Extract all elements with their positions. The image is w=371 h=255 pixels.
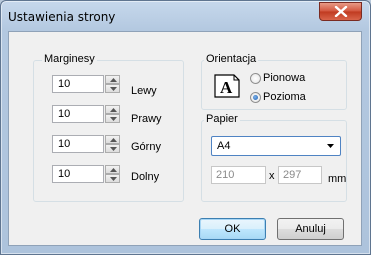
dialog-body: Marginesy 10 Lewy 10 Prawy 10 Górny 10 D…	[8, 31, 362, 246]
close-icon	[334, 6, 348, 17]
margin-right-spinner[interactable]: 10	[52, 105, 120, 123]
paper-width-input[interactable]: 210	[211, 166, 266, 184]
chevron-down-icon[interactable]	[323, 139, 338, 153]
arrow-down-icon	[110, 177, 117, 181]
orientation-group: Orientacja A Pionowa Pozioma	[201, 53, 347, 110]
margin-right-down-button[interactable]	[105, 114, 120, 123]
margins-legend: Marginesy	[42, 53, 97, 65]
margins-group: Marginesy 10 Lewy 10 Prawy 10 Górny 10 D…	[33, 53, 184, 202]
orientation-legend: Orientacja	[204, 53, 259, 65]
margin-left-label: Lewy	[131, 85, 157, 97]
close-button[interactable]	[319, 2, 362, 21]
margin-left-down-button[interactable]	[105, 84, 120, 93]
paper-height-input[interactable]: 297	[278, 166, 322, 184]
arrow-down-icon	[110, 87, 117, 91]
paper-group: Papier A4 210 x 297 mm	[201, 113, 347, 202]
margin-left-input[interactable]: 10	[52, 75, 104, 93]
margin-top-up-button[interactable]	[105, 135, 120, 144]
margin-bottom-up-button[interactable]	[105, 165, 120, 174]
margin-right-up-button[interactable]	[105, 105, 120, 114]
portrait-label[interactable]: Pionowa	[263, 72, 305, 84]
landscape-radio[interactable]	[250, 92, 261, 103]
paper-legend: Papier	[204, 113, 240, 125]
margin-top-input[interactable]: 10	[52, 135, 104, 153]
dimension-separator: x	[269, 170, 275, 182]
margin-right-label: Prawy	[131, 113, 162, 125]
arrow-down-icon	[110, 117, 117, 121]
margin-top-down-button[interactable]	[105, 144, 120, 153]
cancel-button[interactable]: Anuluj	[277, 218, 344, 240]
svg-text:A: A	[220, 78, 233, 97]
ok-button[interactable]: OK	[199, 218, 266, 240]
margin-left-spinner[interactable]: 10	[52, 75, 120, 93]
margin-bottom-label: Dolny	[131, 171, 160, 183]
paper-size-value: A4	[217, 140, 231, 152]
portrait-radio[interactable]	[250, 73, 261, 84]
arrow-down-icon	[110, 147, 117, 151]
paper-size-select[interactable]: A4	[211, 136, 341, 156]
margin-right-input[interactable]: 10	[52, 105, 104, 123]
page-orientation-icon: A	[214, 74, 240, 98]
margin-top-label: Górny	[131, 141, 161, 153]
arrow-up-icon	[110, 168, 117, 172]
window-title: Ustawienia strony	[8, 10, 116, 24]
margin-left-up-button[interactable]	[105, 75, 120, 84]
title-bar[interactable]: Ustawienia strony	[1, 1, 370, 31]
arrow-up-icon	[110, 78, 117, 82]
margin-bottom-down-button[interactable]	[105, 174, 120, 183]
arrow-up-icon	[110, 138, 117, 142]
margin-top-spinner[interactable]: 10	[52, 135, 120, 153]
arrow-up-icon	[110, 108, 117, 112]
landscape-label[interactable]: Pozioma	[263, 91, 306, 103]
margin-bottom-spinner[interactable]: 10	[52, 165, 120, 183]
page-setup-dialog: Ustawienia strony Marginesy 10 Lewy 10 P…	[0, 0, 371, 255]
margin-bottom-input[interactable]: 10	[52, 165, 104, 183]
unit-label: mm	[328, 173, 347, 185]
